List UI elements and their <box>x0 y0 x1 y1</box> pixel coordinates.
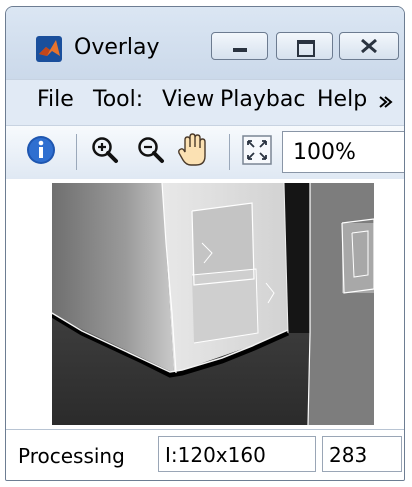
title-bar[interactable]: Overlay <box>6 7 404 79</box>
image-display-area <box>6 179 404 429</box>
toolbar-separator <box>229 134 230 170</box>
status-bar: Processing I:120x160 283 <box>6 429 404 480</box>
menu-tools[interactable]: Tool: <box>93 87 143 112</box>
close-button[interactable] <box>339 32 399 60</box>
menu-view[interactable]: View <box>162 87 214 112</box>
menu-help[interactable]: Help <box>317 87 367 112</box>
menu-file[interactable]: File <box>37 87 74 112</box>
zoom-out-icon[interactable] <box>136 135 166 165</box>
zoom-in-icon[interactable] <box>90 135 120 165</box>
menu-playback[interactable]: Playbac <box>220 87 305 112</box>
minimize-icon <box>233 48 247 52</box>
overlay-window: Overlay File Tool: View Playbac Help 100… <box>5 6 405 481</box>
status-dimensions-text: I:120x160 <box>165 443 266 467</box>
zoom-level-value: 100% <box>293 140 356 165</box>
status-frame-text: 283 <box>329 443 368 467</box>
maximize-button[interactable] <box>276 32 333 60</box>
status-dimensions-field: I:120x160 <box>158 436 316 472</box>
fit-to-window-icon[interactable] <box>242 135 272 165</box>
menu-overflow-icon[interactable] <box>379 96 393 108</box>
window-title: Overlay <box>74 35 160 60</box>
pan-hand-icon[interactable] <box>177 132 211 168</box>
minimize-button[interactable] <box>211 32 268 60</box>
toolbar-separator <box>76 134 77 170</box>
status-frame-field: 283 <box>322 436 402 472</box>
maximize-icon <box>297 40 315 57</box>
status-state-text: Processing <box>18 444 125 468</box>
video-frame <box>52 183 374 425</box>
close-icon <box>361 39 377 53</box>
matlab-logo-icon <box>36 36 62 62</box>
info-icon[interactable] <box>26 135 56 165</box>
zoom-level-field[interactable]: 100% <box>282 131 404 173</box>
